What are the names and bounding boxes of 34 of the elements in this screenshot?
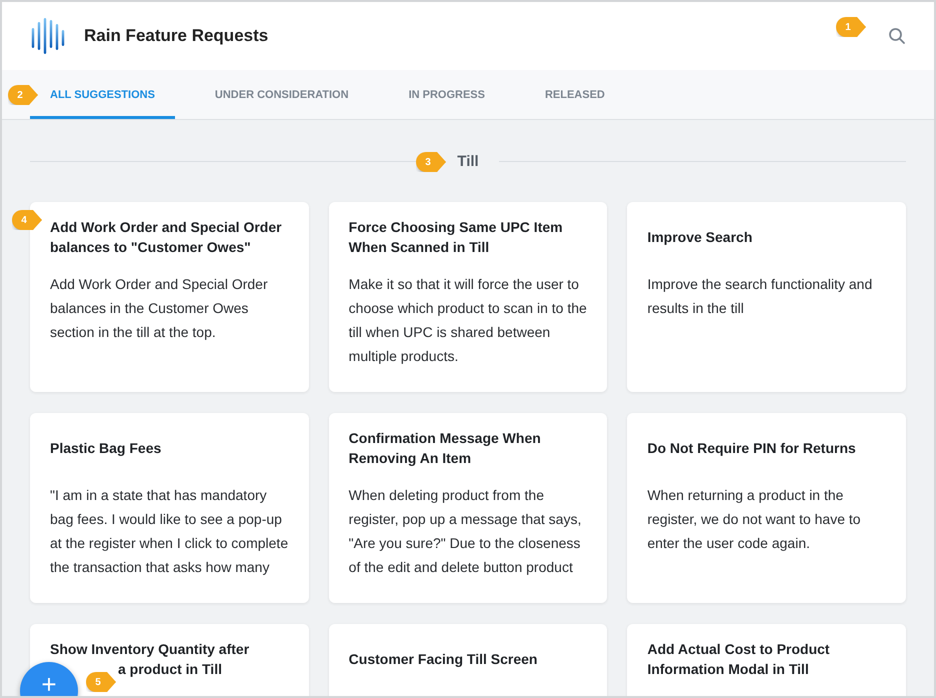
card-title: Force Choosing Same UPC Item When Scanned in Till (348, 218, 564, 257)
callout-marker: 1 (836, 17, 866, 37)
card-title: Show Inventory Quantity after (50, 640, 250, 659)
card-description: Make it so that it will force the user to choose which product to scan in to the till when UPC is shared between multiple products. (348, 275, 588, 366)
card-description: Add Work Order and Special Order balances in the Customer Owes section in the till at the top. (50, 275, 269, 342)
card-title: Add Actual Cost to Product Information Modal in Till (647, 640, 831, 679)
app-title: Rain Feature Requests (84, 26, 268, 46)
callout-marker: 2 (8, 85, 38, 105)
card-description: When deleting product from the register, pop up a message that says, "Are you sure?" Due to the closeness of the edit and delete button product (348, 486, 582, 577)
logo-icon (30, 18, 66, 54)
tab[interactable]: RELEASED (524, 70, 625, 119)
suggestion-card[interactable]: Improve Search Improve the search functionality and results in the till (627, 202, 906, 392)
callout-marker: 3 (416, 152, 446, 172)
suggestion-card[interactable]: Confirmation Message When Removing An Item When deleting product from the register, pop up a message that says, "Are you sure?" Due to the closeness of the edit and delete button product (328, 413, 608, 603)
card-title: Plastic Bag Fees (50, 439, 162, 458)
card-description: Improve the search functionality and results in the till (647, 275, 874, 318)
tab[interactable]: IN PROGRESS (388, 70, 505, 119)
suggestion-card[interactable]: Do Not Require PIN for Returns When returning a product in the register, we do not want to have to enter the user code again. (627, 413, 906, 603)
card-description: When returning a product in the register, we do not want to have to enter the user code again. (647, 486, 862, 553)
suggestion-card[interactable]: Force Choosing Same UPC Item When Scanned in Till Make it so that it will force the user to choose which product to scan in to the till when UPC is shared between multiple products. (328, 202, 608, 392)
tab[interactable]: UNDER CONSIDERATION (194, 70, 369, 119)
card-title: Customer Facing Till Screen (348, 650, 538, 669)
section-title: Till (457, 152, 479, 170)
suggestion-card[interactable]: Plastic Bag Fees "I am in a state that has mandatory bag fees. I would like to see a pop-up at the register when I click to complete the transaction that asks how many (30, 413, 309, 603)
suggestion-card[interactable]: Customer Facing Till Screen (328, 624, 608, 696)
card-title: a product in Till (118, 660, 222, 679)
card-description: "I am in a state that has mandatory bag fees. I would like to see a pop-up at the register when I click to complete the transaction that asks how many (50, 486, 289, 577)
suggestion-card[interactable]: Add Actual Cost to Product Information Modal in Till (627, 624, 906, 696)
card-title: Confirmation Message When Removing An Item (348, 429, 542, 468)
suggestion-card[interactable]: Add Work Order and Special Order balances to "Customer Owes" Add Work Order and Special Order balances in the Customer Owes section in the till at the top. (30, 202, 309, 392)
card-title: Do Not Require PIN for Returns (647, 439, 857, 458)
card-title: Add Work Order and Special Order balances to "Customer Owes" (50, 218, 283, 257)
card-title: Improve Search (647, 228, 754, 247)
search-icon[interactable] (888, 27, 906, 45)
